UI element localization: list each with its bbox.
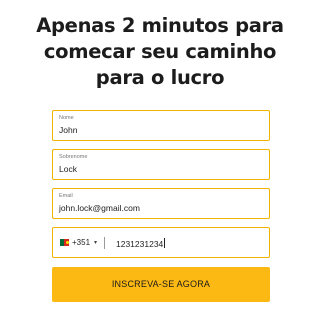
first-name-value[interactable]: John xyxy=(59,125,77,136)
phone-divider xyxy=(104,237,105,249)
phone-input[interactable]: 1231231234 xyxy=(116,238,166,250)
signup-page: Apenas 2 minutos para comecar seu caminh… xyxy=(0,0,320,320)
country-dial-code[interactable]: +351 xyxy=(72,238,90,248)
first-name-label: Nome xyxy=(59,115,74,121)
phone-field[interactable]: +351 ▾ 1231231234 xyxy=(52,227,270,258)
headline-line-1: Apenas 2 minutos para xyxy=(36,14,284,37)
signup-form: Nome John Sobrenome Lock Email john.lock… xyxy=(52,110,270,266)
phone-value[interactable]: 1231231234 xyxy=(116,239,163,249)
chevron-down-icon[interactable]: ▾ xyxy=(94,238,97,248)
email-field[interactable]: Email john.lock@gmail.com xyxy=(52,188,270,219)
email-label: Email xyxy=(59,193,73,199)
first-name-field[interactable]: Nome John xyxy=(52,110,270,141)
text-cursor xyxy=(164,238,166,248)
flag-emblem xyxy=(65,241,69,244)
last-name-label: Sobrenome xyxy=(59,154,88,160)
portugal-flag-icon[interactable] xyxy=(60,239,69,246)
last-name-value[interactable]: Lock xyxy=(59,164,77,175)
signup-submit-button[interactable]: INSCREVA-SE AGORA xyxy=(52,267,270,302)
last-name-field[interactable]: Sobrenome Lock xyxy=(52,149,270,180)
flag-red-band xyxy=(63,239,69,246)
page-headline: Apenas 2 minutos para comecar seu caminh… xyxy=(0,0,320,91)
headline-line-3: para o lucro xyxy=(95,66,225,89)
email-value[interactable]: john.lock@gmail.com xyxy=(59,203,140,214)
headline-line-2: comecar seu caminho xyxy=(43,40,277,63)
